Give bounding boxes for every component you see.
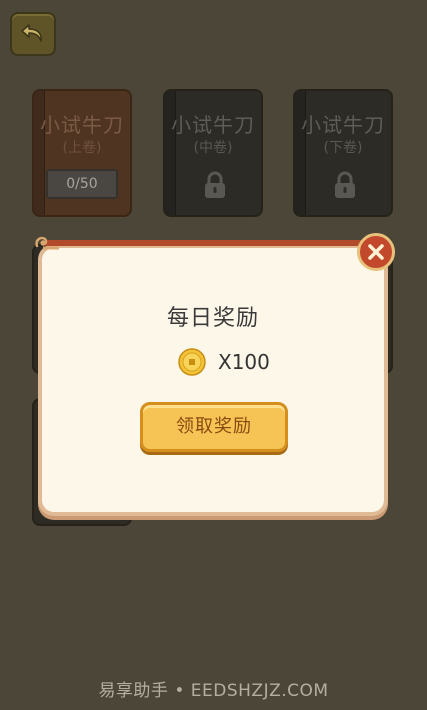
coin-icon xyxy=(178,348,206,376)
book-volume-2[interactable]: 小试牛刀 (中卷) xyxy=(163,89,263,217)
book-title: 小试牛刀 xyxy=(171,113,255,137)
lock-icon xyxy=(335,171,355,198)
dialog-title: 每日奖励 xyxy=(166,306,259,331)
reward-amount: X100 xyxy=(218,350,270,374)
book-volume-3[interactable]: 小试牛刀 (下卷) xyxy=(293,89,393,217)
book-subtitle: (上卷) xyxy=(62,140,102,156)
watermark: 易享助手 • EEDSHZJZ.COM xyxy=(98,681,329,701)
book-subtitle: (下卷) xyxy=(323,140,363,156)
scroll-ornament-icon xyxy=(35,236,59,250)
book-title: 小试牛刀 xyxy=(301,113,385,137)
claim-reward-button[interactable]: 领取奖励 xyxy=(140,402,288,452)
book-title: 小试牛刀 xyxy=(40,113,124,137)
back-arrow-icon xyxy=(21,24,42,42)
book-subtitle: (中卷) xyxy=(193,140,233,156)
daily-reward-dialog xyxy=(38,244,388,516)
lock-icon xyxy=(205,171,225,198)
book-progress: 0/50 xyxy=(46,169,118,199)
back-button[interactable] xyxy=(10,12,56,56)
close-button[interactable] xyxy=(357,233,395,271)
book-volume-1[interactable]: 小试牛刀 (上卷) 0/50 xyxy=(32,89,132,217)
dialog-header-bar xyxy=(44,240,374,246)
close-icon xyxy=(368,244,384,260)
